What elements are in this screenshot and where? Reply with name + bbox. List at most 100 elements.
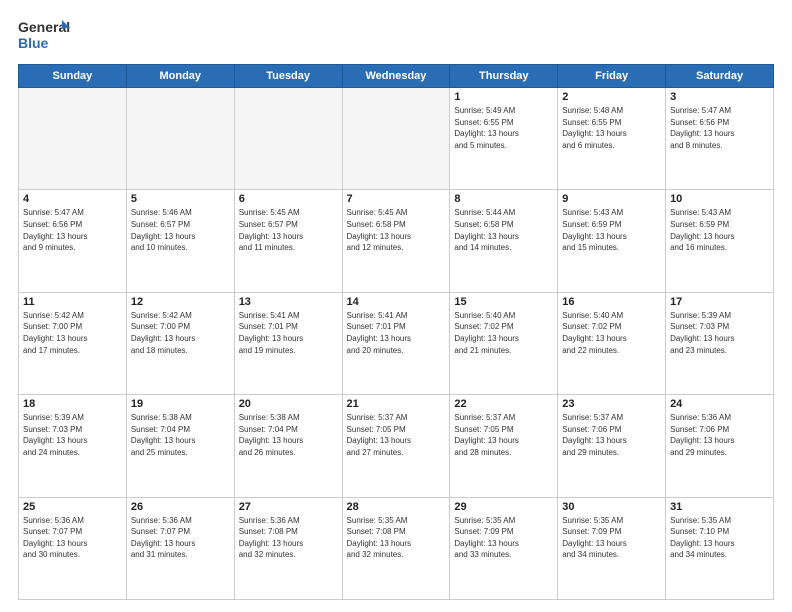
calendar-cell-w4-d3: 20 Sunrise: 5:38 AM Sunset: 7:04 PM Dayli…: [234, 395, 342, 497]
day-info: Sunrise: 5:37 AM Sunset: 7:05 PM Dayligh…: [454, 412, 553, 458]
day-info: Sunrise: 5:36 AM Sunset: 7:08 PM Dayligh…: [239, 515, 338, 561]
day-number: 19: [131, 398, 230, 410]
calendar-cell-w1-d4: [342, 88, 450, 190]
calendar-cell-w2-d5: 8Sunrise: 5:44 AM Sunset: 6:58 PM Daylig…: [450, 190, 558, 292]
day-number: 9: [562, 193, 661, 205]
day-info: Sunrise: 5:41 AM Sunset: 7:01 PM Dayligh…: [347, 310, 446, 356]
calendar-cell-w5-d6: 30 Sunrise: 5:35 AM Sunset: 7:09 PM Dayli…: [558, 497, 666, 599]
day-info: Sunrise: 5:37 AM Sunset: 7:05 PM Dayligh…: [347, 412, 446, 458]
calendar-cell-w1-d5: 1Sunrise: 5:49 AM Sunset: 6:55 PM Daylig…: [450, 88, 558, 190]
calendar-cell-w3-d2: 12Sunrise: 5:42 AM Sunset: 7:00 PM Dayli…: [126, 292, 234, 394]
day-number: 14: [347, 296, 446, 308]
calendar-cell-w2-d6: 9 Sunrise: 5:43 AM Sunset: 6:59 PM Daylig…: [558, 190, 666, 292]
day-info: Sunrise: 5:45 AM Sunset: 6:58 PM Dayligh…: [347, 207, 446, 253]
calendar-cell-w3-d5: 15 Sunrise: 5:40 AM Sunset: 7:02 PM Dayli…: [450, 292, 558, 394]
calendar-cell-w2-d3: 6 Sunrise: 5:45 AM Sunset: 6:57 PM Daylig…: [234, 190, 342, 292]
day-number: 21: [347, 398, 446, 410]
day-number: 16: [562, 296, 661, 308]
calendar-cell-w4-d2: 19 Sunrise: 5:38 AM Sunset: 7:04 PM Dayli…: [126, 395, 234, 497]
day-info: Sunrise: 5:49 AM Sunset: 6:55 PM Dayligh…: [454, 105, 553, 151]
day-info: Sunrise: 5:38 AM Sunset: 7:04 PM Dayligh…: [131, 412, 230, 458]
calendar-cell-w3-d6: 16 Sunrise: 5:40 AM Sunset: 7:02 PM Dayli…: [558, 292, 666, 394]
day-number: 23: [562, 398, 661, 410]
calendar-cell-w5-d1: 25Sunrise: 5:36 AM Sunset: 7:07 PM Dayli…: [19, 497, 127, 599]
day-info: Sunrise: 5:47 AM Sunset: 6:56 PM Dayligh…: [670, 105, 769, 151]
day-info: Sunrise: 5:35 AM Sunset: 7:09 PM Dayligh…: [454, 515, 553, 561]
day-number: 29: [454, 501, 553, 513]
logo-icon: General Blue: [18, 16, 70, 54]
day-info: Sunrise: 5:36 AM Sunset: 7:06 PM Dayligh…: [670, 412, 769, 458]
calendar-table: SundayMondayTuesdayWednesdayThursdayFrid…: [18, 64, 774, 600]
day-number: 2: [562, 91, 661, 103]
calendar-cell-w3-d7: 17 Sunrise: 5:39 AM Sunset: 7:03 PM Dayli…: [666, 292, 774, 394]
weekday-header-tuesday: Tuesday: [234, 65, 342, 88]
day-number: 17: [670, 296, 769, 308]
calendar-cell-w1-d2: [126, 88, 234, 190]
svg-text:Blue: Blue: [18, 35, 49, 51]
calendar-cell-w1-d7: 3 Sunrise: 5:47 AM Sunset: 6:56 PM Daylig…: [666, 88, 774, 190]
day-info: Sunrise: 5:44 AM Sunset: 6:58 PM Dayligh…: [454, 207, 553, 253]
calendar-cell-w3-d1: 11 Sunrise: 5:42 AM Sunset: 7:00 PM Dayli…: [19, 292, 127, 394]
day-number: 20: [239, 398, 338, 410]
day-number: 24: [670, 398, 769, 410]
day-number: 30: [562, 501, 661, 513]
day-number: 3: [670, 91, 769, 103]
calendar-cell-w1-d3: [234, 88, 342, 190]
day-number: 6: [239, 193, 338, 205]
day-info: Sunrise: 5:43 AM Sunset: 6:59 PM Dayligh…: [670, 207, 769, 253]
calendar-week-3: 11 Sunrise: 5:42 AM Sunset: 7:00 PM Dayli…: [19, 292, 774, 394]
calendar-cell-w5-d2: 26Sunrise: 5:36 AM Sunset: 7:07 PM Dayli…: [126, 497, 234, 599]
day-info: Sunrise: 5:35 AM Sunset: 7:08 PM Dayligh…: [347, 515, 446, 561]
weekday-header-wednesday: Wednesday: [342, 65, 450, 88]
day-number: 28: [347, 501, 446, 513]
day-number: 22: [454, 398, 553, 410]
day-number: 13: [239, 296, 338, 308]
page: General Blue SundayMondayTuesdayWednesda…: [0, 0, 792, 612]
day-info: Sunrise: 5:47 AM Sunset: 6:56 PM Dayligh…: [23, 207, 122, 253]
weekday-header-sunday: Sunday: [19, 65, 127, 88]
calendar-cell-w5-d4: 28 Sunrise: 5:35 AM Sunset: 7:08 PM Dayli…: [342, 497, 450, 599]
day-info: Sunrise: 5:45 AM Sunset: 6:57 PM Dayligh…: [239, 207, 338, 253]
weekday-header-saturday: Saturday: [666, 65, 774, 88]
day-info: Sunrise: 5:36 AM Sunset: 7:07 PM Dayligh…: [131, 515, 230, 561]
day-number: 7: [347, 193, 446, 205]
calendar-cell-w3-d4: 14 Sunrise: 5:41 AM Sunset: 7:01 PM Dayli…: [342, 292, 450, 394]
day-number: 27: [239, 501, 338, 513]
day-number: 4: [23, 193, 122, 205]
weekday-header-row: SundayMondayTuesdayWednesdayThursdayFrid…: [19, 65, 774, 88]
day-info: Sunrise: 5:39 AM Sunset: 7:03 PM Dayligh…: [670, 310, 769, 356]
day-info: Sunrise: 5:43 AM Sunset: 6:59 PM Dayligh…: [562, 207, 661, 253]
calendar-cell-w2-d2: 5 Sunrise: 5:46 AM Sunset: 6:57 PM Daylig…: [126, 190, 234, 292]
day-info: Sunrise: 5:48 AM Sunset: 6:55 PM Dayligh…: [562, 105, 661, 151]
calendar-cell-w5-d7: 31Sunrise: 5:35 AM Sunset: 7:10 PM Dayli…: [666, 497, 774, 599]
day-info: Sunrise: 5:39 AM Sunset: 7:03 PM Dayligh…: [23, 412, 122, 458]
day-number: 5: [131, 193, 230, 205]
day-info: Sunrise: 5:42 AM Sunset: 7:00 PM Dayligh…: [23, 310, 122, 356]
day-number: 15: [454, 296, 553, 308]
calendar-cell-w2-d7: 10Sunrise: 5:43 AM Sunset: 6:59 PM Dayli…: [666, 190, 774, 292]
calendar-cell-w5-d3: 27 Sunrise: 5:36 AM Sunset: 7:08 PM Dayli…: [234, 497, 342, 599]
calendar-body: 1Sunrise: 5:49 AM Sunset: 6:55 PM Daylig…: [19, 88, 774, 600]
calendar-cell-w4-d5: 22 Sunrise: 5:37 AM Sunset: 7:05 PM Dayli…: [450, 395, 558, 497]
day-info: Sunrise: 5:37 AM Sunset: 7:06 PM Dayligh…: [562, 412, 661, 458]
day-number: 11: [23, 296, 122, 308]
day-info: Sunrise: 5:35 AM Sunset: 7:09 PM Dayligh…: [562, 515, 661, 561]
calendar-cell-w2-d4: 7 Sunrise: 5:45 AM Sunset: 6:58 PM Daylig…: [342, 190, 450, 292]
calendar-cell-w4-d7: 24 Sunrise: 5:36 AM Sunset: 7:06 PM Dayli…: [666, 395, 774, 497]
day-info: Sunrise: 5:41 AM Sunset: 7:01 PM Dayligh…: [239, 310, 338, 356]
calendar-cell-w4-d4: 21 Sunrise: 5:37 AM Sunset: 7:05 PM Dayli…: [342, 395, 450, 497]
day-number: 18: [23, 398, 122, 410]
weekday-header-monday: Monday: [126, 65, 234, 88]
calendar-cell-w1-d6: 2 Sunrise: 5:48 AM Sunset: 6:55 PM Daylig…: [558, 88, 666, 190]
weekday-header-friday: Friday: [558, 65, 666, 88]
calendar-cell-w2-d1: 4 Sunrise: 5:47 AM Sunset: 6:56 PM Daylig…: [19, 190, 127, 292]
calendar-cell-w5-d5: 29 Sunrise: 5:35 AM Sunset: 7:09 PM Dayli…: [450, 497, 558, 599]
day-info: Sunrise: 5:38 AM Sunset: 7:04 PM Dayligh…: [239, 412, 338, 458]
calendar-cell-w4-d1: 18 Sunrise: 5:39 AM Sunset: 7:03 PM Dayli…: [19, 395, 127, 497]
calendar-week-2: 4 Sunrise: 5:47 AM Sunset: 6:56 PM Daylig…: [19, 190, 774, 292]
day-info: Sunrise: 5:46 AM Sunset: 6:57 PM Dayligh…: [131, 207, 230, 253]
calendar-week-5: 25Sunrise: 5:36 AM Sunset: 7:07 PM Dayli…: [19, 497, 774, 599]
day-info: Sunrise: 5:40 AM Sunset: 7:02 PM Dayligh…: [562, 310, 661, 356]
day-number: 31: [670, 501, 769, 513]
day-info: Sunrise: 5:40 AM Sunset: 7:02 PM Dayligh…: [454, 310, 553, 356]
